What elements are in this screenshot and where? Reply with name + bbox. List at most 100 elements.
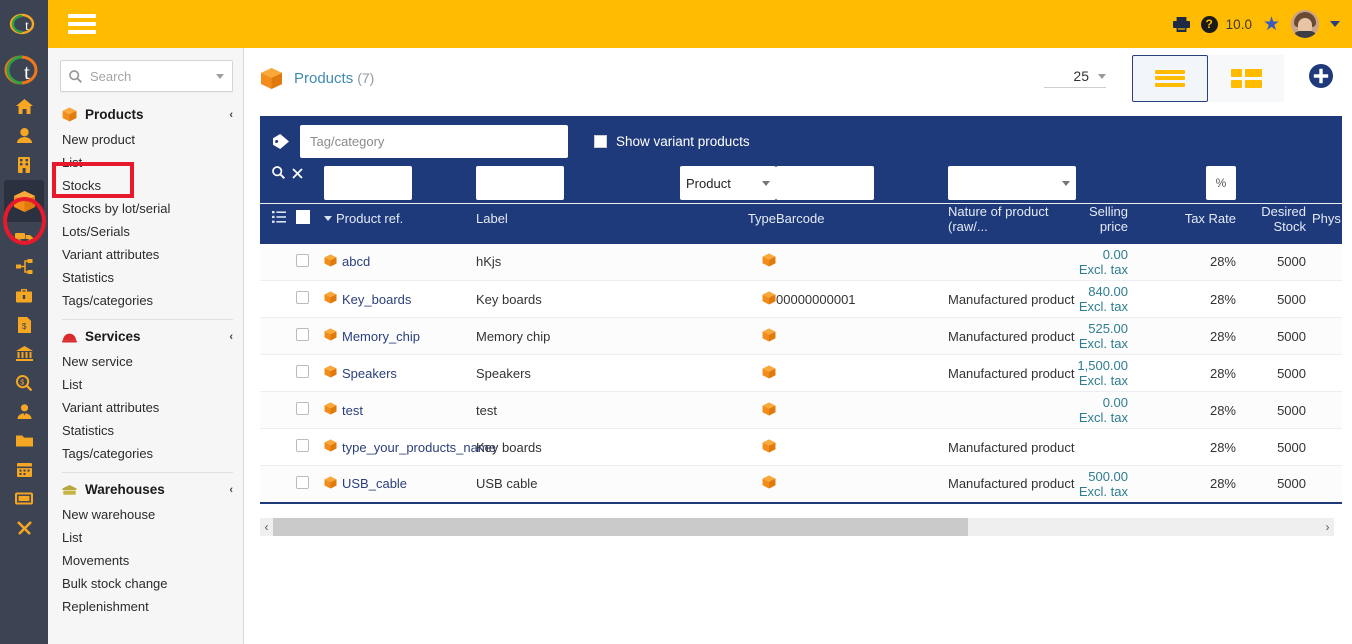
table-row[interactable]: USB_cable USB cable Manufactured product… xyxy=(260,465,1342,504)
table-row[interactable]: abcd hKjs 0.00 Excl. tax 28% 5000 xyxy=(260,243,1342,281)
sidebar-item-bulk-stock-change[interactable]: Bulk stock change xyxy=(48,572,243,595)
scroll-left-arrow[interactable]: ‹ xyxy=(260,520,273,534)
star-icon[interactable]: ★ xyxy=(1263,15,1280,34)
row-checkbox[interactable] xyxy=(296,328,309,341)
chevron-left-icon[interactable]: ‹ xyxy=(229,109,233,121)
product-ref-link[interactable]: Speakers xyxy=(342,366,397,381)
building-icon[interactable] xyxy=(0,150,48,179)
chevron-down-icon[interactable] xyxy=(216,73,224,79)
sidebar-group-services[interactable]: Services ‹ xyxy=(48,320,243,350)
scrollbar-track[interactable] xyxy=(273,518,1321,536)
filter-barcode-input[interactable] xyxy=(776,166,874,200)
chevron-left-icon[interactable]: ‹ xyxy=(229,331,233,343)
row-checkbox[interactable] xyxy=(296,402,309,415)
sidebar-item-lots-serials[interactable]: Lots/Serials xyxy=(48,220,243,243)
filter-tax-rate-percent[interactable]: % xyxy=(1206,166,1236,200)
close-x-icon[interactable] xyxy=(292,167,303,182)
product-ref-link[interactable]: test xyxy=(342,403,363,418)
dolibarr-logo-small[interactable]: t xyxy=(0,0,48,48)
page-title[interactable]: Products xyxy=(294,70,353,87)
tag-category-input[interactable]: Tag/category xyxy=(300,124,568,158)
show-variant-products-toggle[interactable]: Show variant products xyxy=(594,134,750,149)
column-header-product-ref[interactable]: Product ref. xyxy=(336,211,403,226)
briefcase-icon[interactable] xyxy=(0,281,48,310)
sidebar-item-warehouse-list[interactable]: List xyxy=(48,526,243,549)
ticket-icon[interactable] xyxy=(0,484,48,513)
filter-type-select[interactable]: Product xyxy=(680,166,776,200)
table-row[interactable]: Speakers Speakers Manufactured product 1… xyxy=(260,354,1342,392)
sidebar-item-services-variant-attributes[interactable]: Variant attributes xyxy=(48,396,243,419)
product-ref-link[interactable]: abcd xyxy=(342,254,370,269)
sort-caret-icon[interactable] xyxy=(324,216,332,221)
money-search-icon[interactable]: $ xyxy=(0,368,48,397)
sidebar-item-variant-attributes[interactable]: Variant attributes xyxy=(48,243,243,266)
grid-view-button[interactable] xyxy=(1208,54,1284,102)
table-row[interactable]: type_your_products_name Key boards Manuf… xyxy=(260,428,1342,466)
hamburger-menu-icon[interactable] xyxy=(68,14,96,34)
sidebar-group-warehouses[interactable]: Warehouses ‹ xyxy=(48,473,243,503)
show-variants-checkbox[interactable] xyxy=(594,134,607,148)
column-header-type[interactable]: Type xyxy=(748,211,776,226)
column-header-desired-stock[interactable]: Desired Stock xyxy=(1261,204,1306,234)
row-checkbox[interactable] xyxy=(296,291,309,304)
tools-icon[interactable] xyxy=(0,513,48,542)
product-ref-link[interactable]: type_your_products_name xyxy=(342,440,496,455)
add-new-product-button[interactable] xyxy=(1308,63,1334,94)
agent-user-icon[interactable] xyxy=(0,397,48,426)
column-header-nature[interactable]: Nature of product (raw/... xyxy=(948,204,1048,234)
table-row[interactable]: Memory_chip Memory chip Manufactured pro… xyxy=(260,317,1342,355)
product-ref-link[interactable]: Memory_chip xyxy=(342,329,420,344)
list-lines-icon[interactable] xyxy=(272,211,286,226)
filter-label-input[interactable] xyxy=(476,166,564,200)
list-view-button[interactable] xyxy=(1132,54,1208,102)
column-header-physical-stock[interactable]: Phys xyxy=(1312,211,1341,226)
sidebar-item-tags-categories[interactable]: Tags/categories xyxy=(48,289,243,312)
column-header-barcode[interactable]: Barcode xyxy=(776,211,824,226)
dolibarr-logo-large[interactable]: t xyxy=(0,48,48,92)
chevron-down-icon[interactable] xyxy=(1330,21,1340,27)
sitemap-project-icon[interactable] xyxy=(0,252,48,281)
sidebar-item-list[interactable]: List xyxy=(48,151,243,174)
chevron-left-icon[interactable]: ‹ xyxy=(229,484,233,496)
column-header-label[interactable]: Label xyxy=(476,211,508,226)
sidebar-item-new-warehouse[interactable]: New warehouse xyxy=(48,503,243,526)
horizontal-scrollbar[interactable]: ‹ › xyxy=(260,518,1334,536)
printer-icon[interactable] xyxy=(1172,16,1190,32)
sidebar-item-new-product[interactable]: New product xyxy=(48,128,243,151)
calendar-icon[interactable] xyxy=(0,455,48,484)
sidebar-item-stocks-by-lot-serial[interactable]: Stocks by lot/serial xyxy=(48,197,243,220)
user-avatar[interactable] xyxy=(1291,10,1319,38)
row-checkbox[interactable] xyxy=(296,439,309,452)
row-checkbox[interactable] xyxy=(296,475,309,489)
sidebar-item-services-statistics[interactable]: Statistics xyxy=(48,419,243,442)
home-icon[interactable] xyxy=(0,92,48,121)
search-icon[interactable] xyxy=(272,166,285,182)
folder-icon[interactable] xyxy=(0,426,48,455)
table-row[interactable]: Key_boards Key boards 00000000001 Manufa… xyxy=(260,280,1342,318)
scroll-right-arrow[interactable]: › xyxy=(1321,520,1334,534)
row-checkbox[interactable] xyxy=(296,365,309,378)
sidebar-item-services-tags-categories[interactable]: Tags/categories xyxy=(48,442,243,465)
product-ref-link[interactable]: USB_cable xyxy=(342,476,407,491)
column-header-tax-rate[interactable]: Tax Rate xyxy=(1185,211,1236,226)
per-page-selector[interactable]: 25 xyxy=(1044,68,1106,88)
sidebar-item-replenishment[interactable]: Replenishment xyxy=(48,595,243,618)
scrollbar-thumb[interactable] xyxy=(273,518,968,536)
column-header-selling-price[interactable]: Selling price xyxy=(1089,204,1128,234)
sidebar-item-new-service[interactable]: New service xyxy=(48,350,243,373)
sidebar-item-services-list[interactable]: List xyxy=(48,373,243,396)
sidebar-item-movements[interactable]: Movements xyxy=(48,549,243,572)
sidebar-group-products[interactable]: Products ‹ xyxy=(48,98,243,128)
product-ref-link[interactable]: Key_boards xyxy=(342,292,411,307)
sidebar-item-statistics[interactable]: Statistics xyxy=(48,266,243,289)
sidebar-item-stocks[interactable]: Stocks xyxy=(48,174,243,197)
box-products-icon[interactable] xyxy=(0,179,48,223)
filter-nature-select[interactable] xyxy=(948,166,1076,200)
filter-product-ref-input[interactable] xyxy=(324,166,412,200)
user-icon[interactable] xyxy=(0,121,48,150)
select-all-checkbox[interactable] xyxy=(296,210,310,224)
row-checkbox[interactable] xyxy=(296,253,309,267)
table-row[interactable]: test test 0.00 Excl. tax 28% 5000 xyxy=(260,391,1342,429)
help-question-icon[interactable]: ? xyxy=(1200,15,1218,33)
search-input[interactable]: Search xyxy=(60,60,233,92)
